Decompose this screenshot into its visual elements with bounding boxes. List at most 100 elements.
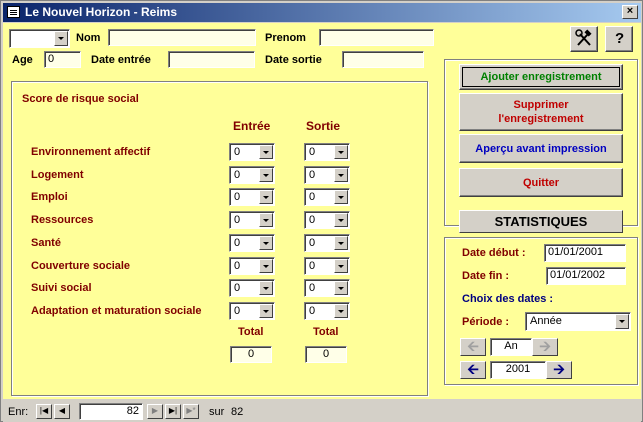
unit-field: An [490, 338, 532, 356]
score-sortie-combo[interactable]: 0 [304, 301, 350, 320]
chevron-down-icon[interactable] [259, 258, 273, 273]
year-next-button[interactable]: 🡪 [546, 361, 572, 379]
score-sortie-combo[interactable]: 0 [304, 256, 350, 275]
score-entree-combo[interactable]: 0 [229, 211, 275, 230]
chevron-down-icon[interactable] [334, 281, 348, 296]
total-entree-label: Total [238, 326, 264, 338]
score-row-label: Emploi [31, 191, 68, 204]
score-title: Score de risque social [22, 93, 139, 105]
chevron-down-icon[interactable] [334, 145, 348, 159]
score-entree-value: 0 [234, 304, 241, 317]
last-record-button[interactable]: ▶| [165, 404, 181, 419]
score-sortie-combo[interactable]: 0 [304, 211, 350, 230]
close-button[interactable]: × [622, 5, 638, 19]
chevron-down-icon[interactable] [259, 167, 273, 182]
record-navigation-bar: Enr: |◀ ◀ 82 ▶ ▶| ▶* sur 82 [3, 400, 641, 422]
chevron-down-icon[interactable] [259, 190, 273, 205]
next-record-button[interactable]: ▶ [147, 404, 163, 419]
chevron-down-icon[interactable] [259, 145, 273, 159]
hammer-wrench-icon [575, 29, 592, 46]
score-entree-value: 0 [234, 191, 241, 204]
chevron-down-icon[interactable] [334, 235, 348, 250]
prenom-field[interactable] [319, 29, 434, 46]
score-row-label: Couverture sociale [31, 259, 131, 272]
chevron-down-icon[interactable] [259, 303, 273, 318]
prev-record-button[interactable]: ◀ [54, 404, 70, 419]
score-entree-combo[interactable]: 0 [229, 143, 275, 161]
unit-prev-button[interactable]: 🡨 [460, 338, 486, 356]
date-entree-label: Date entrée [91, 54, 151, 66]
col-entree-header: Entrée [233, 119, 271, 133]
new-record-button[interactable]: ▶* [183, 404, 199, 419]
score-entree-combo[interactable]: 0 [229, 256, 275, 275]
date-entree-field[interactable] [168, 51, 255, 68]
score-sortie-combo[interactable]: 0 [304, 188, 350, 207]
score-entree-value: 0 [234, 168, 241, 181]
chevron-down-icon[interactable] [334, 258, 348, 273]
date-debut-label: Date début : [462, 247, 526, 259]
total-sortie-field: 0 [305, 346, 347, 363]
score-sortie-value: 0 [309, 282, 316, 295]
date-debut-field[interactable]: 01/01/2001 [544, 244, 626, 262]
score-entree-combo[interactable]: 0 [229, 279, 275, 298]
print-preview-button[interactable]: Aperçu avant impression [459, 134, 623, 163]
score-sortie-value: 0 [309, 304, 316, 317]
arrow-left-icon: 🡨 [467, 361, 479, 377]
year-field[interactable]: 2001 [490, 361, 546, 379]
total-sortie-label: Total [313, 326, 339, 338]
score-entree-value: 0 [234, 236, 241, 249]
chevron-down-icon[interactable] [334, 167, 348, 182]
score-sortie-value: 0 [309, 191, 316, 204]
score-entree-combo[interactable]: 0 [229, 301, 275, 320]
statistics-label: STATISTIQUES [494, 214, 588, 229]
add-record-button[interactable]: Ajouter enregistrement [459, 64, 623, 90]
score-entree-combo[interactable]: 0 [229, 165, 275, 184]
arrow-left-icon: 🡨 [467, 338, 479, 354]
score-row-label: Santé [31, 236, 61, 249]
date-fin-field[interactable]: 01/01/2002 [546, 267, 626, 285]
score-row-label: Adaptation et maturation sociale [31, 304, 202, 317]
year-prev-button[interactable]: 🡨 [460, 361, 486, 379]
score-row-label: Suivi social [31, 282, 92, 295]
date-sortie-field[interactable] [342, 51, 424, 68]
score-entree-value: 0 [234, 259, 241, 272]
window-title: Le Nouvel Horizon - Reims [25, 5, 178, 19]
score-sortie-combo[interactable]: 0 [304, 279, 350, 298]
nom-field[interactable] [108, 29, 256, 46]
record-selector-combo[interactable] [9, 29, 70, 48]
chevron-down-icon[interactable] [259, 235, 273, 250]
chevron-down-icon[interactable] [259, 213, 273, 228]
date-fin-label: Date fin : [462, 270, 510, 282]
score-entree-combo[interactable]: 0 [229, 233, 275, 252]
title-bar: Le Nouvel Horizon - Reims × [3, 3, 641, 22]
nom-label: Nom [76, 32, 101, 44]
delete-record-label-line1: Supprimer [513, 99, 569, 111]
score-entree-combo[interactable]: 0 [229, 188, 275, 207]
score-sortie-combo[interactable]: 0 [304, 165, 350, 184]
record-number-field[interactable]: 82 [79, 403, 143, 420]
delete-record-button[interactable]: Supprimer l'enregistrement [459, 93, 623, 131]
chevron-down-icon[interactable] [615, 314, 629, 329]
chevron-down-icon[interactable] [334, 190, 348, 205]
statistics-button[interactable]: STATISTIQUES [459, 210, 623, 233]
tools-button[interactable] [570, 26, 598, 52]
total-records: 82 [231, 406, 244, 418]
chevron-down-icon[interactable] [334, 303, 348, 318]
score-sortie-value: 0 [309, 146, 316, 158]
age-label: Age [12, 54, 33, 66]
chevron-down-icon[interactable] [334, 213, 348, 228]
chevron-down-icon[interactable] [54, 31, 68, 46]
form-icon [7, 6, 20, 18]
periode-label: Période : [462, 316, 510, 328]
first-record-button[interactable]: |◀ [36, 404, 52, 419]
form-body: Nom Prenom ? Age 0 Date entrée Date sort… [3, 23, 641, 399]
score-sortie-combo[interactable]: 0 [304, 143, 350, 161]
periode-combo[interactable]: Année [525, 312, 631, 331]
unit-next-button[interactable]: 🡪 [532, 338, 558, 356]
help-button[interactable]: ? [605, 26, 633, 52]
score-sortie-combo[interactable]: 0 [304, 233, 350, 252]
quit-button[interactable]: Quitter [459, 168, 623, 197]
age-field[interactable]: 0 [44, 51, 81, 68]
chevron-down-icon[interactable] [259, 281, 273, 296]
total-entree-field: 0 [230, 346, 272, 363]
